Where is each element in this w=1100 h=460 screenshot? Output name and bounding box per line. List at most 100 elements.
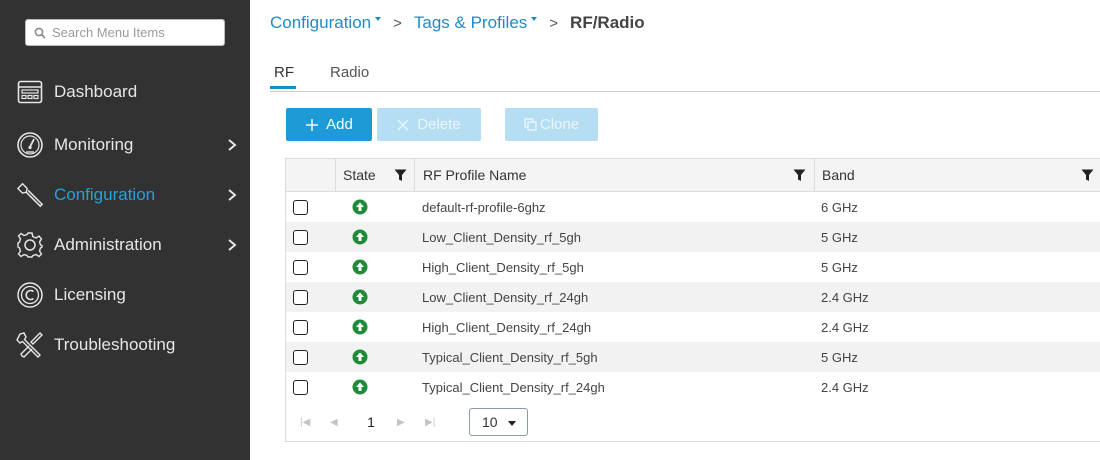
next-page-icon[interactable]: ▶	[397, 417, 405, 428]
nav-label-licensing: Licensing	[54, 285, 126, 304]
tab-radio[interactable]: Radio	[330, 64, 369, 92]
column-divider	[814, 159, 815, 191]
band-cell: 2.4 GHz	[821, 379, 869, 395]
gauge-icon	[16, 131, 44, 159]
breadcrumb-tags-profiles-label: Tags & Profiles	[413, 13, 528, 32]
chevron-right-icon	[228, 189, 237, 201]
nav-item-administration[interactable]: Administration	[0, 225, 250, 265]
filter-icon[interactable]	[394, 169, 407, 182]
plus-icon	[306, 118, 319, 131]
breadcrumb-current: RF/Radio	[570, 13, 645, 32]
rf-profile-table: State RF Profile Name Band default-rf-pr…	[285, 158, 1100, 442]
pagination: |◀ ◀ 1 ▶ ▶| 10	[286, 402, 1100, 442]
page-size-value: 10	[482, 414, 498, 430]
row-checkbox[interactable]	[293, 260, 308, 275]
state-up-icon	[352, 319, 368, 335]
clone-button-label: Clone	[539, 116, 580, 133]
first-page-icon[interactable]: |◀	[300, 417, 310, 428]
table-row[interactable]: Low_Client_Density_rf_24gh 2.4 GHz	[286, 282, 1100, 312]
breadcrumb-configuration-label: Configuration	[270, 13, 372, 32]
tab-bar: RF Radio	[270, 58, 1100, 92]
nav-label-monitoring: Monitoring	[54, 135, 134, 154]
breadcrumb-separator: >	[393, 14, 402, 32]
copy-icon	[524, 118, 537, 131]
row-checkbox[interactable]	[293, 230, 308, 245]
row-checkbox[interactable]	[293, 320, 308, 335]
column-header-rf-profile-name-label: RF Profile Name	[423, 167, 527, 183]
delete-button[interactable]: Delete	[377, 108, 481, 141]
column-divider	[414, 159, 415, 191]
breadcrumb-tags-profiles[interactable]: Tags & Profiles	[413, 13, 538, 33]
add-button[interactable]: Add	[286, 108, 372, 141]
add-button-label: Add	[326, 116, 353, 133]
tools-icon	[16, 331, 44, 359]
state-up-icon	[352, 379, 368, 395]
active-tab-indicator	[270, 86, 296, 89]
column-header-rf-profile-name[interactable]: RF Profile Name	[423, 159, 526, 191]
column-divider	[335, 159, 336, 191]
column-header-band-label: Band	[822, 167, 855, 183]
nav-label-administration: Administration	[54, 235, 162, 254]
profile-name-cell: Low_Client_Density_rf_24gh	[422, 289, 589, 305]
row-checkbox[interactable]	[293, 290, 308, 305]
filter-icon[interactable]	[1081, 169, 1094, 182]
licensing-icon	[16, 281, 44, 309]
column-header-state[interactable]: State	[343, 159, 376, 191]
search-menu-input[interactable]	[52, 25, 212, 40]
state-up-icon	[352, 349, 368, 365]
caret-down-icon	[508, 421, 516, 426]
nav-item-licensing[interactable]: Licensing	[0, 275, 250, 315]
band-cell: 5 GHz	[821, 259, 858, 275]
last-page-icon[interactable]: ▶|	[425, 417, 435, 428]
nav-label-troubleshooting: Troubleshooting	[54, 335, 176, 354]
profile-name-cell: Low_Client_Density_rf_5gh	[422, 229, 581, 245]
current-page: 1	[367, 414, 375, 430]
state-up-icon	[352, 229, 368, 245]
band-cell: 2.4 GHz	[821, 319, 869, 335]
caret-down-icon	[531, 17, 538, 21]
sidebar: Dashboard Monitoring Configuration	[0, 0, 250, 460]
band-cell: 6 GHz	[821, 199, 858, 215]
band-cell: 2.4 GHz	[821, 289, 869, 305]
table-row[interactable]: High_Client_Density_rf_24gh 2.4 GHz	[286, 312, 1100, 342]
chevron-right-icon	[228, 139, 237, 151]
page-size-select[interactable]: 10	[469, 408, 528, 436]
row-checkbox[interactable]	[293, 350, 308, 365]
state-up-icon	[352, 259, 368, 275]
search-icon	[34, 27, 46, 39]
main-content: Configuration > Tags & Profiles > RF/Rad…	[250, 0, 1100, 460]
row-checkbox[interactable]	[293, 200, 308, 215]
nav-item-monitoring[interactable]: Monitoring	[0, 125, 250, 165]
close-icon	[397, 119, 409, 130]
prev-page-icon[interactable]: ◀	[330, 417, 338, 428]
chevron-right-icon	[228, 239, 237, 251]
band-cell: 5 GHz	[821, 349, 858, 365]
table-row[interactable]: Low_Client_Density_rf_5gh 5 GHz	[286, 222, 1100, 252]
table-row[interactable]: Typical_Client_Density_rf_5gh 5 GHz	[286, 342, 1100, 372]
band-cell: 5 GHz	[821, 229, 858, 245]
table-row[interactable]: High_Client_Density_rf_5gh 5 GHz	[286, 252, 1100, 282]
filter-icon[interactable]	[793, 169, 806, 182]
breadcrumb-configuration[interactable]: Configuration	[270, 13, 382, 33]
table-header: State RF Profile Name Band	[286, 159, 1100, 192]
search-menu-box[interactable]	[25, 19, 225, 46]
gear-icon	[16, 231, 44, 259]
dashboard-icon	[16, 78, 44, 106]
nav-item-troubleshooting[interactable]: Troubleshooting	[0, 325, 250, 365]
clone-button[interactable]: Clone	[505, 108, 598, 141]
delete-button-label: Delete	[417, 116, 461, 133]
nav-label-dashboard: Dashboard	[54, 82, 138, 101]
breadcrumb: Configuration > Tags & Profiles > RF/Rad…	[270, 12, 645, 34]
nav-label-configuration: Configuration	[54, 185, 156, 204]
row-checkbox[interactable]	[293, 380, 308, 395]
breadcrumb-separator: >	[549, 14, 559, 32]
state-up-icon	[352, 199, 368, 215]
profile-name-cell: Typical_Client_Density_rf_5gh	[422, 349, 598, 365]
profile-name-cell: Typical_Client_Density_rf_24gh	[422, 379, 605, 395]
nav-item-dashboard[interactable]: Dashboard	[0, 72, 250, 112]
table-row[interactable]: default-rf-profile-6ghz 6 GHz	[286, 192, 1100, 222]
nav-item-configuration[interactable]: Configuration	[0, 175, 250, 215]
table-row[interactable]: Typical_Client_Density_rf_24gh 2.4 GHz	[286, 372, 1100, 402]
column-header-band[interactable]: Band	[822, 159, 855, 191]
column-header-state-label: State	[343, 167, 376, 183]
